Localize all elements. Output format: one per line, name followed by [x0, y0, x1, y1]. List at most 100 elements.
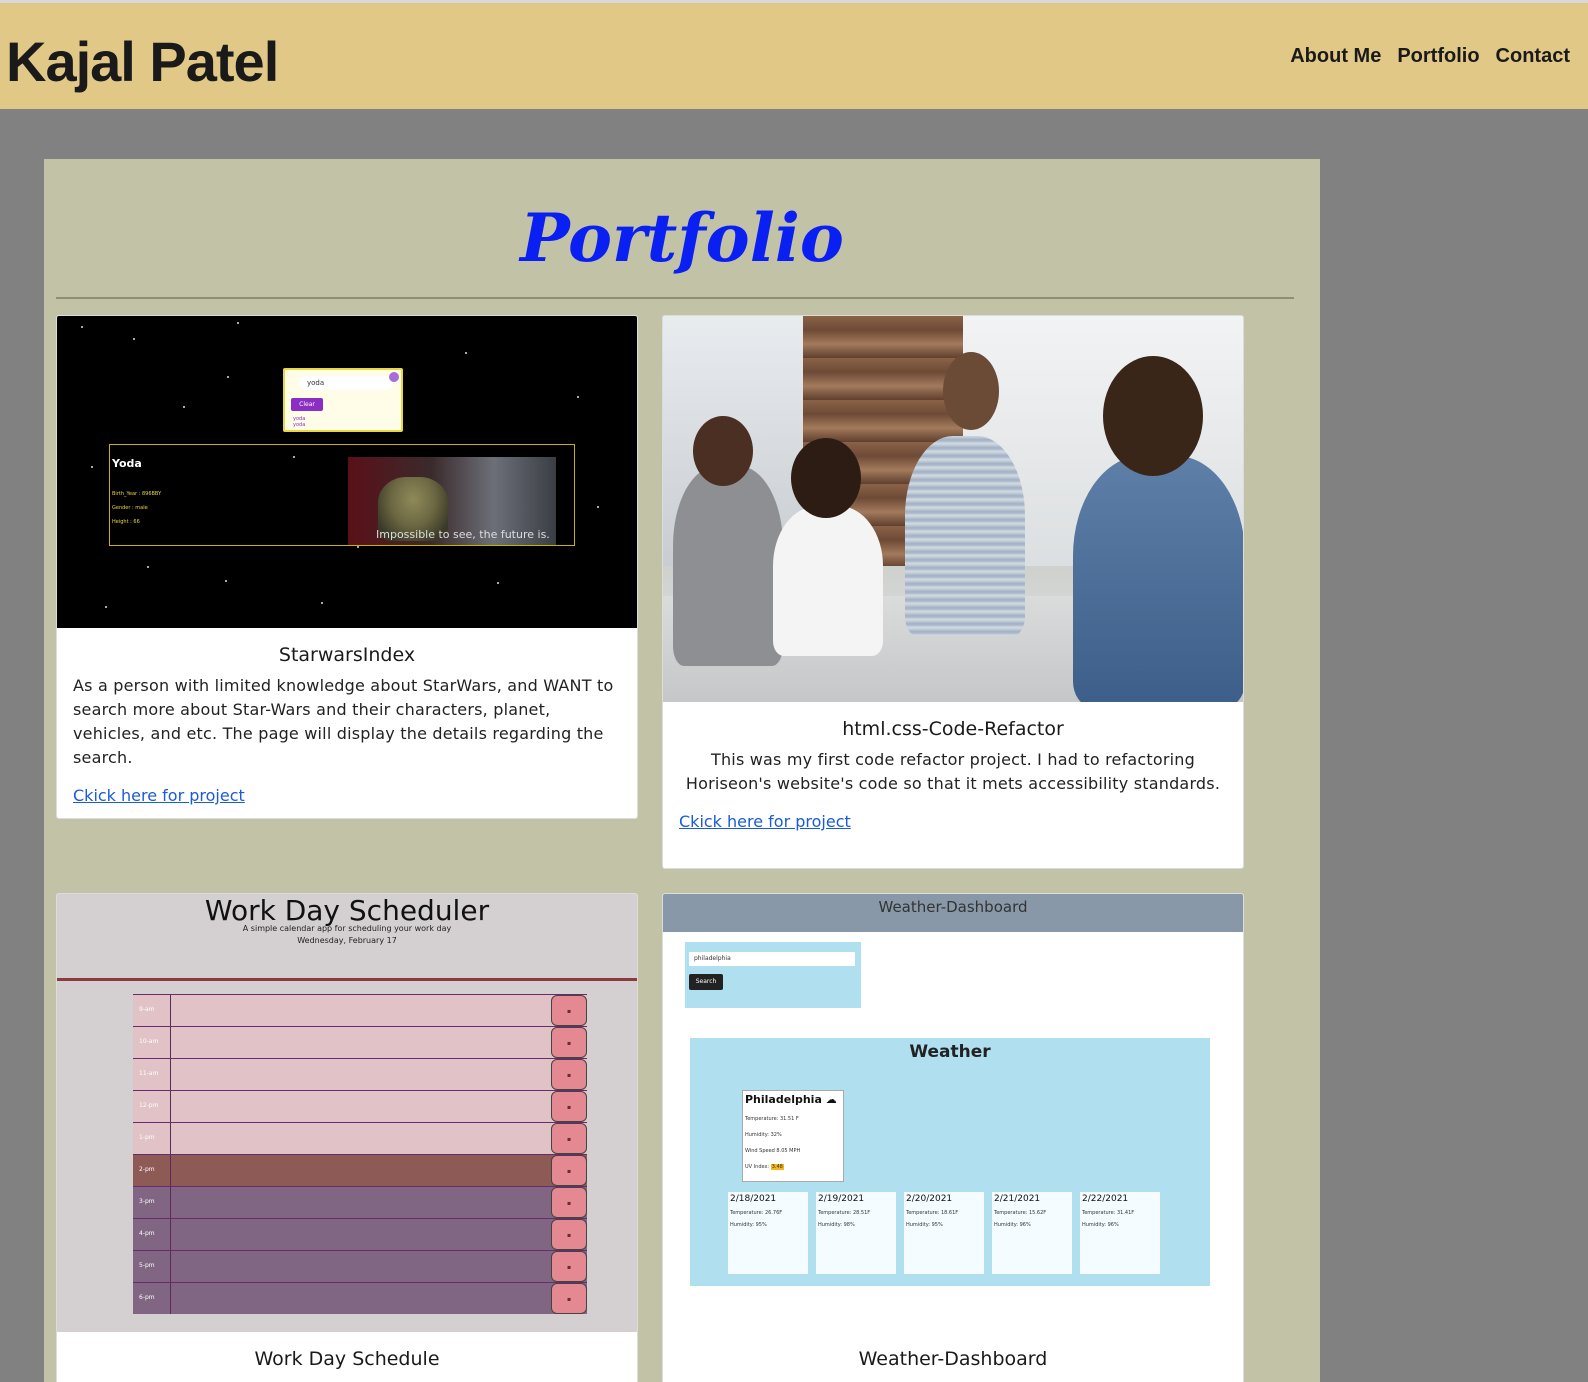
hour-label: 10-am	[133, 1027, 171, 1058]
city-search-input: philadelphia	[689, 952, 855, 966]
card-body: Weather-Dashboard	[663, 1332, 1243, 1382]
city-name-text: Philadelphia	[745, 1093, 822, 1106]
character-height: Height : 66	[112, 519, 140, 525]
portfolio-divider	[56, 297, 1294, 299]
project-card-code-refactor: html.css-Code-Refactor This was my first…	[662, 315, 1244, 869]
forecast-humidity: Humidity: 95%	[730, 1222, 767, 1228]
hour-label: 11-am	[133, 1059, 171, 1090]
card-description: This was my first code refactor project.…	[685, 750, 1221, 793]
star	[357, 546, 359, 548]
current-wind: Wind Speed 8.05 MPH	[745, 1148, 801, 1154]
forecast-date: 2/18/2021	[730, 1194, 777, 1204]
forecast-temperature: Temperature: 15.62F	[994, 1210, 1047, 1216]
weather-heading: Weather	[909, 1042, 991, 1062]
lock-icon: ▪	[551, 1155, 587, 1186]
forecast-temperature: Temperature: 31.41F	[1082, 1210, 1135, 1216]
starwars-result-box: Yoda Birth_Year : 896BBY Gender : male H…	[109, 444, 575, 546]
main-nav: About Me Portfolio Contact	[1290, 45, 1570, 68]
hour-label: 3-pm	[133, 1187, 171, 1218]
weather-search-button: Search	[689, 974, 723, 990]
star	[227, 376, 229, 378]
star	[147, 566, 149, 568]
scheduler-screenshot: Work Day Scheduler A simple calendar app…	[57, 894, 637, 1332]
hour-row: 5-pm ▪	[133, 1250, 587, 1282]
forecast-date: 2/21/2021	[994, 1194, 1041, 1204]
star	[577, 396, 579, 398]
weather-screenshot: Weather-Dashboard philadelphia Search We…	[663, 894, 1243, 1332]
lock-icon: ▪	[551, 1283, 587, 1314]
uv-value: 3.48	[770, 1164, 784, 1170]
hour-row: 11-am ▪	[133, 1058, 587, 1090]
yoda-image: Impossible to see, the future is.	[348, 457, 556, 545]
weather-search-panel: philadelphia Search	[685, 942, 861, 1008]
portfolio-section: Portfolio yoda Clear yoda yoda Yoda Birt…	[44, 159, 1320, 1382]
hour-row: 9-am ▪	[133, 994, 587, 1026]
hour-row: 4-pm ▪	[133, 1218, 587, 1250]
city-name: Philadelphia ☁	[745, 1093, 841, 1106]
forecast-date: 2/20/2021	[906, 1194, 953, 1204]
person-left	[673, 466, 783, 666]
starwars-screenshot: yoda Clear yoda yoda Yoda Birth_Year : 8…	[57, 316, 637, 628]
lock-icon: ▪	[551, 1027, 587, 1058]
current-temperature: Temperature: 31.51 F	[745, 1116, 799, 1122]
starwars-clear-button: Clear	[291, 398, 323, 411]
nav-contact[interactable]: Contact	[1496, 45, 1570, 68]
hour-label: 12-pm	[133, 1091, 171, 1122]
star	[81, 326, 83, 328]
current-humidity: Humidity: 32%	[745, 1132, 782, 1138]
forecast-day: 2/21/2021 Temperature: 15.62F Humidity: …	[992, 1192, 1072, 1274]
starwars-search-input: yoda	[299, 376, 393, 390]
star	[225, 580, 227, 582]
project-link[interactable]: Ckick here for project	[73, 786, 245, 805]
card-description: As a person with limited knowledge about…	[73, 676, 614, 767]
current-weather-card: Philadelphia ☁ Temperature: 31.51 F Humi…	[742, 1090, 844, 1182]
person-head	[693, 416, 753, 486]
person-head	[791, 438, 861, 518]
forecast-date: 2/19/2021	[818, 1194, 865, 1204]
cloud-icon: ☁	[825, 1093, 837, 1106]
hour-label: 6-pm	[133, 1283, 171, 1314]
scheduler-title: Work Day Scheduler	[204, 894, 490, 927]
lock-icon: ▪	[551, 1091, 587, 1122]
project-link[interactable]: Ckick here for project	[679, 812, 851, 831]
hour-row: 1-pm ▪	[133, 1122, 587, 1154]
person-right	[1073, 456, 1243, 702]
hour-row: 3-pm ▪	[133, 1186, 587, 1218]
lock-icon: ▪	[551, 1251, 587, 1282]
character-gender: Gender : male	[112, 505, 148, 511]
hour-row: 10-am ▪	[133, 1026, 587, 1058]
site-header: Kajal Patel About Me Portfolio Contact	[0, 3, 1588, 109]
person-head	[1103, 356, 1203, 476]
scheduler-subtitle: A simple calendar app for scheduling you…	[242, 924, 452, 933]
nav-about-me[interactable]: About Me	[1290, 45, 1381, 68]
card-title: Work Day Schedule	[254, 1348, 440, 1370]
star	[133, 338, 135, 340]
search-icon	[389, 372, 399, 382]
hour-rows: 9-am ▪ 10-am ▪ 11-am ▪ 12-pm ▪ 1-pm ▪ 2-pm ▪ 3…	[133, 994, 587, 1314]
forecast-day: 2/19/2021 Temperature: 28.51F Humidity: …	[816, 1192, 896, 1274]
lock-icon: ▪	[551, 1187, 587, 1218]
nav-portfolio[interactable]: Portfolio	[1397, 45, 1479, 68]
star	[497, 582, 499, 584]
history-item: yoda	[293, 422, 306, 428]
person-standing	[905, 436, 1025, 636]
character-name: Yoda	[112, 457, 142, 470]
card-body: Work Day Schedule	[57, 1332, 637, 1382]
forecast-humidity: Humidity: 98%	[818, 1222, 855, 1228]
hour-label: 5-pm	[133, 1251, 171, 1282]
team-meeting-photo	[663, 316, 1243, 702]
project-card-weather: Weather-Dashboard philadelphia Search We…	[662, 893, 1244, 1382]
character-birth-year: Birth_Year : 896BBY	[112, 491, 162, 497]
hour-label: 9-am	[133, 995, 171, 1026]
scheduler-divider	[57, 978, 637, 981]
forecast-temperature: Temperature: 18.61F	[906, 1210, 959, 1216]
star	[237, 322, 239, 324]
portfolio-title: Portfolio	[520, 199, 844, 277]
forecast-day: 2/18/2021 Temperature: 26.76F Humidity: …	[728, 1192, 808, 1274]
forecast-day: 2/22/2021 Temperature: 31.41F Humidity: …	[1080, 1192, 1160, 1274]
weather-results: Weather Philadelphia ☁ Temperature: 31.5…	[690, 1038, 1210, 1286]
hour-row: 2-pm ▪	[133, 1154, 587, 1186]
project-card-starwars: yoda Clear yoda yoda Yoda Birth_Year : 8…	[56, 315, 638, 819]
starwars-search-box: yoda Clear yoda yoda	[283, 368, 403, 432]
site-brand[interactable]: Kajal Patel	[6, 29, 279, 94]
